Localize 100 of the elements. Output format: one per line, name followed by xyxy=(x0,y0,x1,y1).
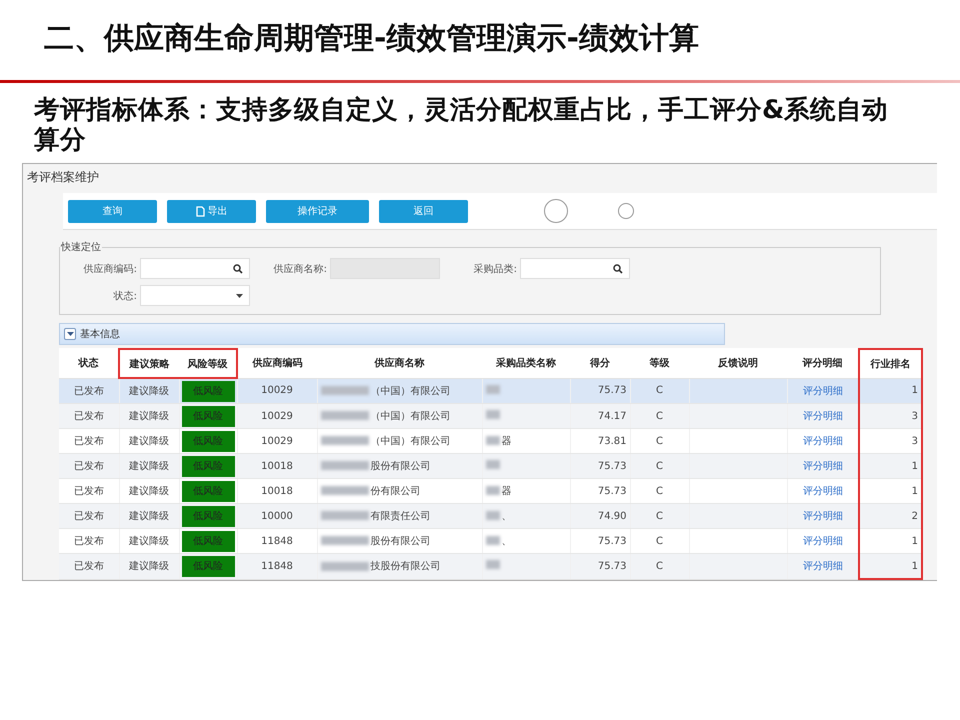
circle-icon xyxy=(544,199,568,223)
table-cell: 建议降级 xyxy=(129,461,169,472)
table-cell: 75.73 xyxy=(598,486,626,496)
section-header[interactable]: 基本信息 xyxy=(59,323,725,345)
redaction-block xyxy=(320,436,368,446)
table-row[interactable]: 已发布 建议降级 低风险 10000 有限责任公司 、 74.90 C 评分明细 2 xyxy=(59,504,922,528)
risk-badge: 低风险 xyxy=(182,480,234,502)
table-cell: 74.90 xyxy=(598,510,626,522)
table-cell: 1 xyxy=(912,486,918,496)
column-header: 得分 xyxy=(570,349,630,378)
table-cell: 已发布 xyxy=(74,486,104,497)
table-cell-text: 股份有限公司 xyxy=(370,460,430,473)
document-icon xyxy=(196,206,204,216)
redaction-block xyxy=(320,461,368,470)
table-cell: 75.73 xyxy=(598,536,626,546)
table-cell: 1 xyxy=(912,560,918,572)
table-cell: 建议降级 xyxy=(129,411,169,422)
table-cell: C xyxy=(656,385,663,396)
table-cell: 已发布 xyxy=(74,386,104,397)
toolbar-button[interactable]: 操作记录 xyxy=(266,200,369,222)
table-cell: 10029 xyxy=(261,410,293,422)
table-cell-text: 有限责任公司 xyxy=(370,510,430,523)
table-cell: 建议降级 xyxy=(129,386,169,397)
table-cell: 10029 xyxy=(261,436,293,446)
risk-badge: 低风险 xyxy=(182,406,234,426)
table-cell: 10018 xyxy=(261,486,293,496)
slide-subtitle: 考评指标体系：支持多级自定义，灵活分配权重占比，手工评分&系统自动算分 xyxy=(34,95,890,155)
field-label: 采购品类: xyxy=(474,262,517,276)
table-cell: 73.81 xyxy=(598,436,626,446)
table-cell: 建议降级 xyxy=(129,536,169,547)
table-cell-text: （中国）有限公司 xyxy=(370,384,450,398)
table-cell: 已发布 xyxy=(74,561,104,572)
redaction-block xyxy=(320,486,368,496)
risk-badge: 低风险 xyxy=(182,530,234,552)
risk-badge: 低风险 xyxy=(182,456,234,476)
panel-legend: 快速定位 xyxy=(60,240,102,254)
table-cell: 已发布 xyxy=(74,436,104,447)
table-cell: 11848 xyxy=(261,536,293,546)
table-cell: 1 xyxy=(912,460,918,472)
table-cell-text: 份有限公司 xyxy=(370,484,420,498)
input-field[interactable] xyxy=(520,258,630,279)
table-cell: 建议降级 xyxy=(129,561,169,572)
redaction-block xyxy=(486,560,500,570)
risk-badge: 低风险 xyxy=(182,556,234,577)
table-row[interactable]: 已发布 建议降级 低风险 11848 技股份有限公司 75.73 C 评分明细 1 xyxy=(59,554,922,579)
detail-link[interactable]: 评分明细 xyxy=(802,486,843,497)
table-cell: 已发布 xyxy=(74,511,104,522)
table-cell: 74.17 xyxy=(598,410,626,422)
redaction-block xyxy=(486,410,500,419)
select-field[interactable] xyxy=(140,285,250,306)
detail-link[interactable]: 评分明细 xyxy=(802,536,843,547)
toolbar-button[interactable]: 查询 xyxy=(68,200,157,222)
table-cell: C xyxy=(656,510,663,522)
column-header: 等级 xyxy=(630,349,689,378)
redaction-block xyxy=(486,384,500,394)
detail-link[interactable]: 评分明细 xyxy=(802,436,843,447)
table-cell: 75.73 xyxy=(598,560,626,572)
redaction-block xyxy=(320,562,368,570)
column-header: 采购品类名称 xyxy=(482,349,570,378)
table-cell: C xyxy=(656,536,663,546)
field-label: 供应商编码: xyxy=(84,262,137,276)
table-cell: 11848 xyxy=(261,560,293,572)
table-cell: 3 xyxy=(912,410,918,422)
window-title: 考评档案维护 xyxy=(26,169,100,186)
table-cell-text: 、 xyxy=(502,510,512,523)
risk-badge: 低风险 xyxy=(182,430,234,452)
redaction-block xyxy=(320,411,368,420)
dropdown-caret-icon xyxy=(236,294,243,298)
redaction-block xyxy=(486,460,500,469)
toolbar-button[interactable]: 导出 xyxy=(167,200,256,222)
table-row[interactable]: 已发布 建议降级 低风险 10029 （中国）有限公司 75.73 C 评分明细 1 xyxy=(59,378,922,404)
table-cell: 1 xyxy=(912,536,918,546)
collapse-icon[interactable] xyxy=(64,328,76,340)
redaction-block xyxy=(320,511,368,520)
table-cell-text: 、 xyxy=(502,534,512,548)
table-cell: 3 xyxy=(912,436,918,446)
table-cell: 建议降级 xyxy=(129,436,169,447)
table-cell: 已发布 xyxy=(74,461,104,472)
column-header: 供应商编码 xyxy=(237,349,317,378)
table-row[interactable]: 已发布 建议降级 低风险 10018 股份有限公司 75.73 C 评分明细 1 xyxy=(59,454,922,478)
circle-icon xyxy=(618,203,634,219)
table-cell: C xyxy=(656,560,663,572)
redaction-block xyxy=(486,436,500,446)
table-cell: 2 xyxy=(912,510,918,522)
table-cell: 建议降级 xyxy=(129,511,169,522)
risk-badge: 低风险 xyxy=(182,506,234,526)
slide-title: 二、供应商生命周期管理-绩效管理演示-绩效计算 xyxy=(43,20,700,58)
table-row[interactable]: 已发布 建议降级 低风险 10029 （中国）有限公司 74.17 C 评分明细 3 xyxy=(59,404,922,428)
table-cell: 10000 xyxy=(261,510,293,522)
table-cell-text: 器 xyxy=(502,484,512,498)
table-cell: C xyxy=(656,486,663,496)
search-icon xyxy=(613,264,623,274)
input-field[interactable] xyxy=(140,258,250,279)
column-header: 反馈说明 xyxy=(689,349,787,378)
redaction-block xyxy=(486,486,500,496)
toolbar-button[interactable]: 返回 xyxy=(379,200,468,222)
table-cell-text: 器 xyxy=(502,434,512,448)
table-cell: 10029 xyxy=(261,385,293,396)
table-cell: 75.73 xyxy=(598,385,626,396)
table-cell-text: 技股份有限公司 xyxy=(370,560,440,573)
